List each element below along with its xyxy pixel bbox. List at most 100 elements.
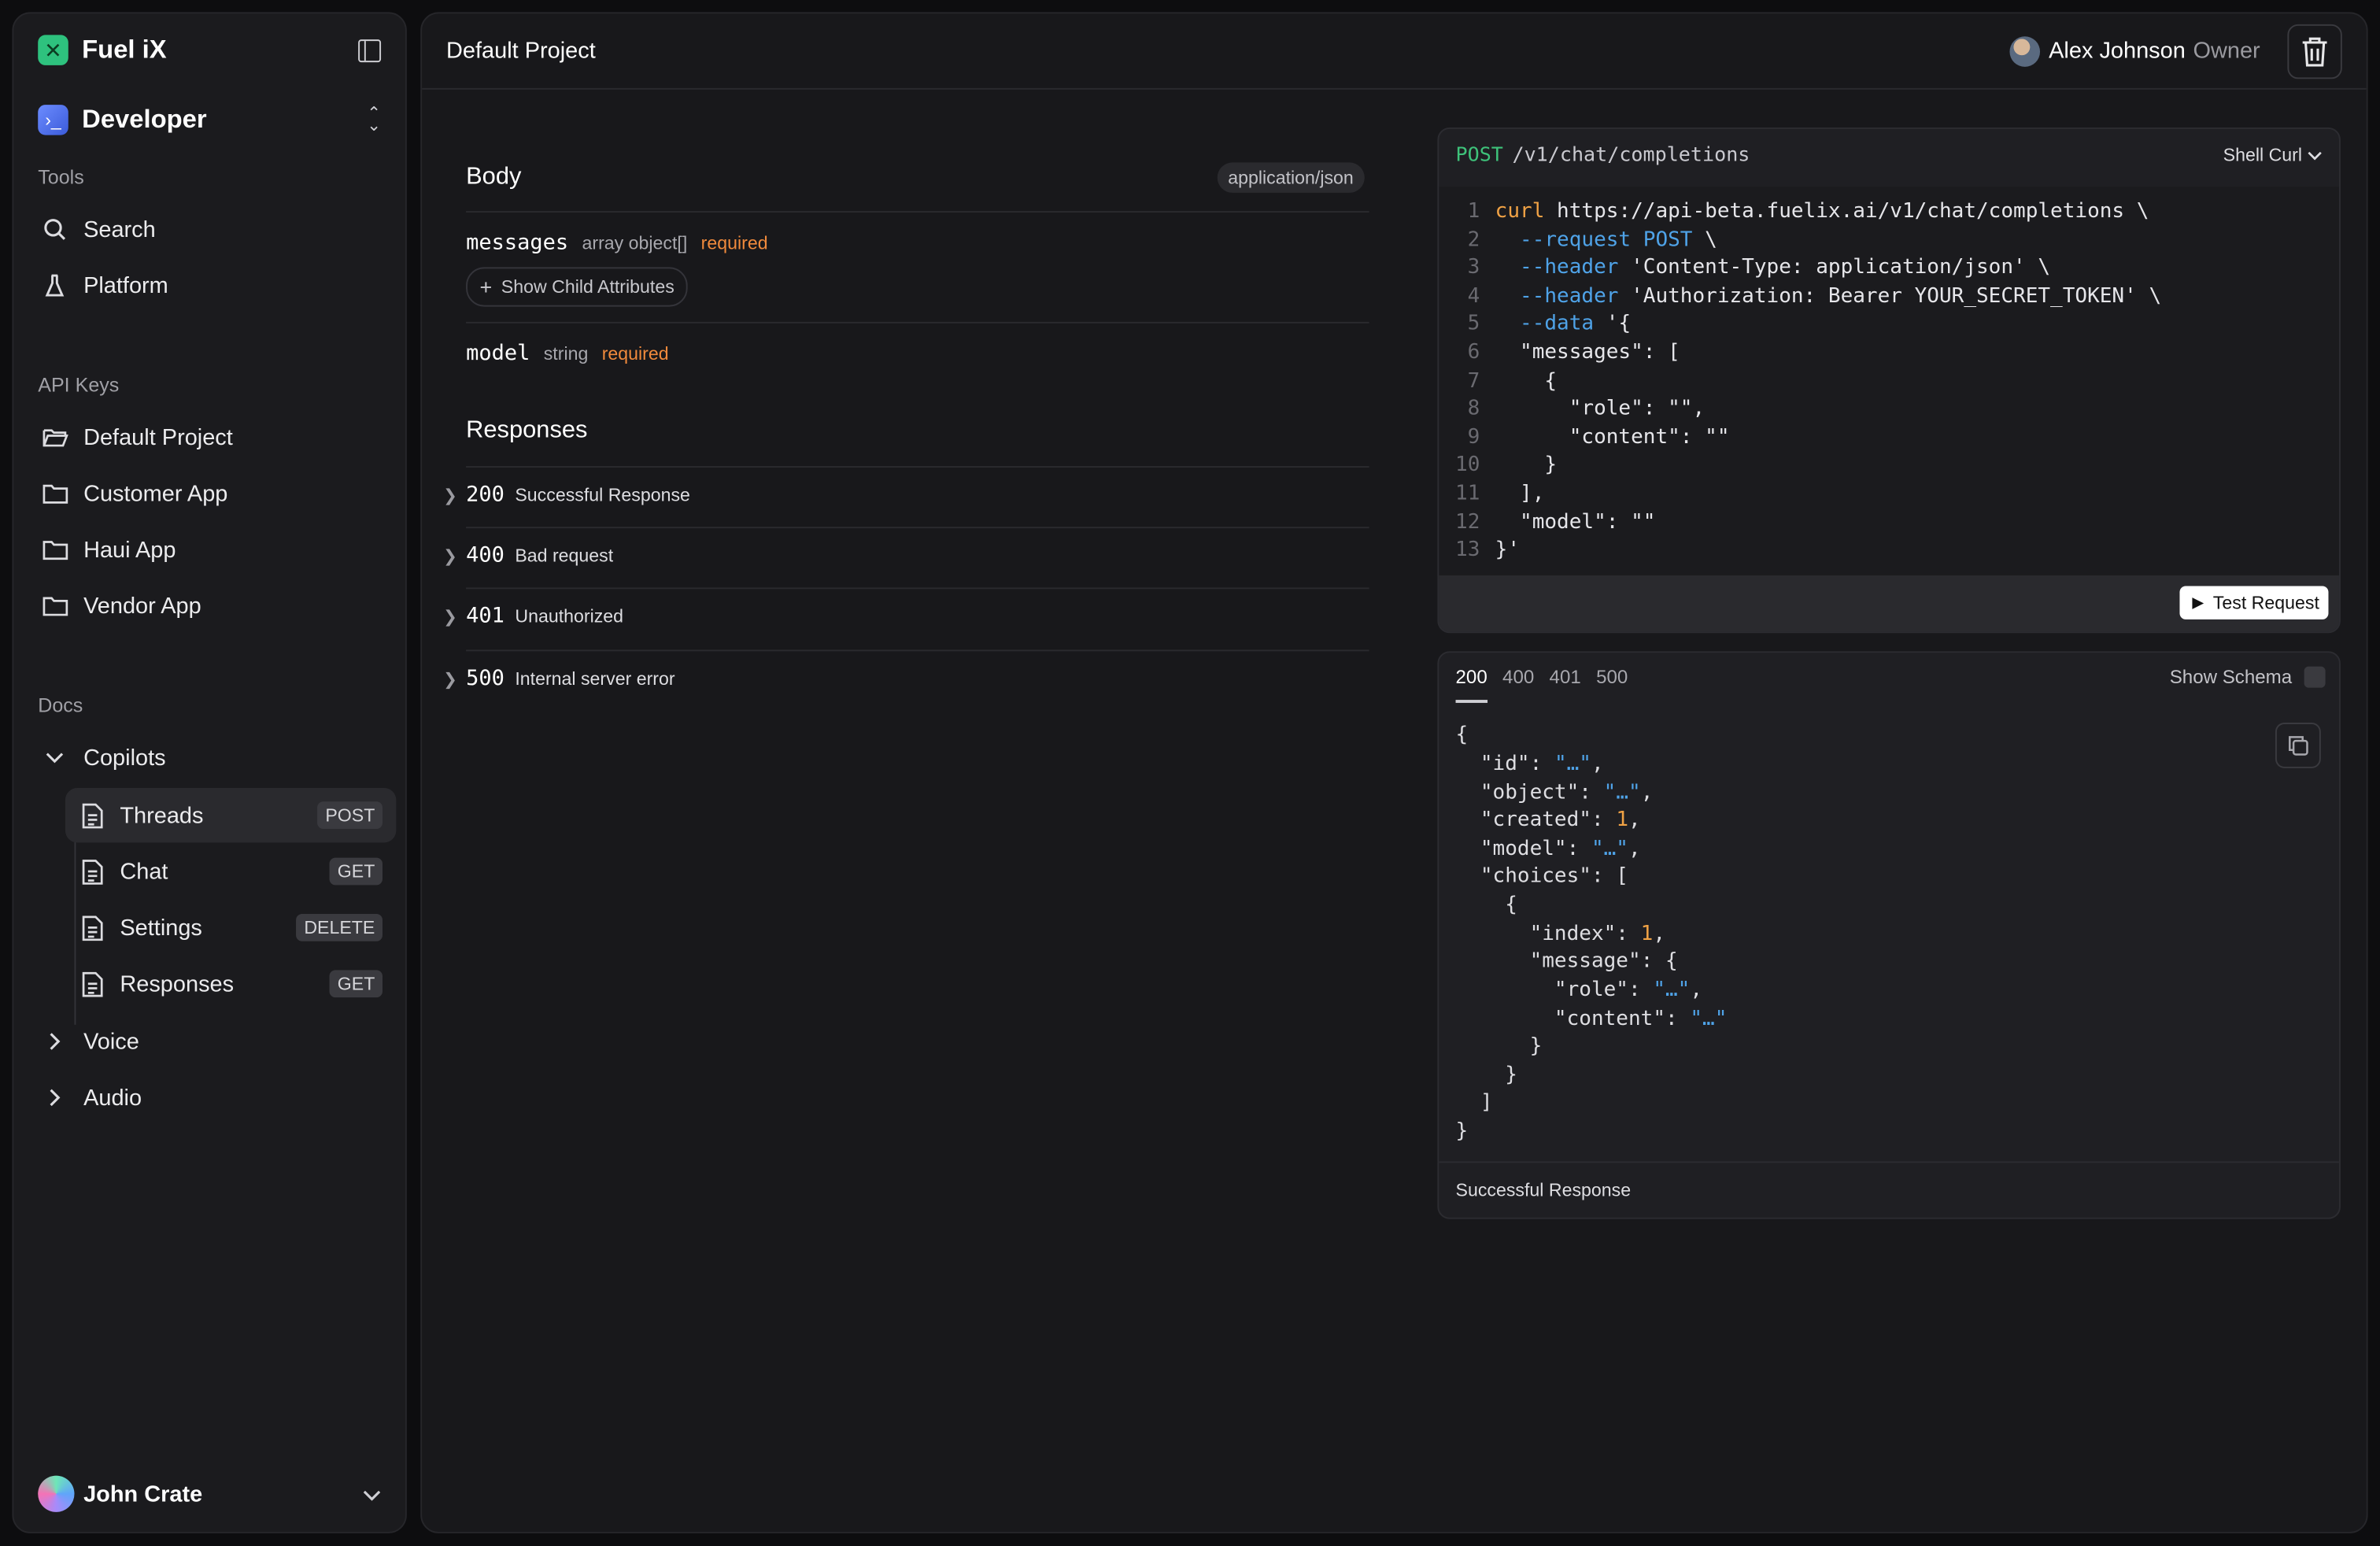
sidebar-item-default-project[interactable]: Default Project <box>26 410 397 464</box>
response-description: Successful Response <box>515 484 690 506</box>
response-row-500[interactable]: ❯ 500 Internal server error <box>443 651 1369 705</box>
response-example-panel: 200 400 401 500 Show Schema { "id": "…",… <box>1437 651 2341 1219</box>
code-text: } <box>1495 452 1558 477</box>
tab-200[interactable]: 200 <box>1455 667 1488 703</box>
flask-icon <box>41 272 68 299</box>
line-number: 9 <box>1467 425 1480 449</box>
sidebar-item-label: Threads <box>120 802 204 829</box>
chevron-down-icon <box>363 1482 381 1505</box>
user-menu[interactable]: John Crate <box>38 1474 381 1514</box>
sidebar-toggle-icon[interactable] <box>358 39 382 62</box>
json-line: } <box>1455 1034 1543 1059</box>
json-punct: , <box>1690 978 1703 1002</box>
sidebar-group-label: Voice <box>83 1028 139 1055</box>
json-line: "choices": [ <box>1455 864 1628 889</box>
line-number: 3 <box>1467 255 1480 279</box>
workspace-switcher[interactable]: ›_ Developer ⌃ ⌄ <box>38 100 381 139</box>
chevron-right-icon: ❯ <box>443 670 457 689</box>
response-row-401[interactable]: ❯ 401 Unauthorized <box>443 589 1369 643</box>
json-punct: , <box>1640 780 1654 805</box>
response-row-200[interactable]: ❯ 200 Successful Response <box>443 468 1369 522</box>
response-code: 400 <box>466 543 504 568</box>
json-line: ] <box>1455 1089 1493 1115</box>
json-key: "index": <box>1455 921 1641 946</box>
delete-project-button[interactable] <box>2287 23 2342 79</box>
sidebar-group-label: Audio <box>83 1084 142 1111</box>
copy-button[interactable] <box>2275 723 2321 768</box>
line-number: 11 <box>1455 481 1480 506</box>
response-code: 500 <box>466 666 504 691</box>
json-line: "created": 1, <box>1456 806 1641 835</box>
json-line: } <box>1455 1119 1469 1144</box>
code-line: 1 curl https://api-beta.fuelix.ai/v1/chat… <box>1439 198 2339 227</box>
code-text: { <box>1495 368 1558 394</box>
json-line: { <box>1455 723 1469 747</box>
content-type-badge: application/json <box>1217 162 1365 193</box>
json-line: "id": "…", <box>1456 750 1604 779</box>
code-line: 9 "content": "" <box>1439 423 2339 453</box>
sidebar-item-settings[interactable]: Settings DELETE <box>65 901 396 955</box>
sidebar-item-label: Haui App <box>83 536 176 563</box>
sidebar-group-voice[interactable]: Voice <box>26 1014 397 1068</box>
endpoint-path: /v1/chat/completions <box>1512 143 1750 167</box>
sidebar-item-search[interactable]: Search <box>26 202 397 257</box>
sidebar-item-haui-app[interactable]: Haui App <box>26 522 397 576</box>
code-line: 11 ], <box>1439 479 2339 509</box>
line-number: 8 <box>1467 396 1480 421</box>
code-token: 'Authorization: Bearer YOUR_SECRET_TOKEN… <box>1618 283 2162 309</box>
api-keys-label: API Keys <box>38 373 120 397</box>
param-required: required <box>601 342 669 364</box>
code-text: }' <box>1495 537 1521 562</box>
json-line: "role": "…", <box>1456 976 1703 1005</box>
request-header: POST /v1/chat/completions Shell Curl <box>1439 129 2339 181</box>
json-line: { <box>1455 893 1517 917</box>
tab-400[interactable]: 400 <box>1502 667 1534 703</box>
json-key: "created": <box>1455 808 1617 832</box>
code-token: POST <box>1631 227 1693 253</box>
response-row-400[interactable]: ❯ 400 Bad request <box>443 528 1369 583</box>
json-value: "…" <box>1591 836 1628 861</box>
tab-401[interactable]: 401 <box>1550 667 1581 703</box>
app-name: Fuel iX <box>82 35 167 65</box>
docs-label: Docs <box>38 693 83 717</box>
json-line: "model": "…", <box>1456 835 1641 864</box>
sidebar-item-customer-app[interactable]: Customer App <box>26 466 397 520</box>
app-header: ✕ Fuel iX <box>38 32 382 68</box>
language-select[interactable]: Shell Curl <box>2223 144 2323 165</box>
json-punct: , <box>1628 836 1641 861</box>
json-value: "…" <box>1653 978 1691 1002</box>
http-method: POST <box>1455 143 1503 167</box>
code-token: '{ <box>1594 311 1632 336</box>
sidebar-group-audio[interactable]: Audio <box>26 1071 397 1125</box>
json-line: "index": 1, <box>1455 920 1665 949</box>
tab-500[interactable]: 500 <box>1596 667 1628 703</box>
sidebar-group-copilots[interactable]: Copilots <box>26 730 397 785</box>
sidebar-item-chat[interactable]: Chat GET <box>65 844 396 898</box>
sidebar-item-platform[interactable]: Platform <box>26 258 397 313</box>
request-example-panel: POST /v1/chat/completions Shell Curl 1 cu… <box>1437 128 2341 634</box>
method-badge: POST <box>317 801 383 830</box>
sidebar-item-vendor-app[interactable]: Vendor App <box>26 579 397 633</box>
show-schema-toggle[interactable]: Show Schema <box>2170 666 2326 688</box>
show-child-attributes-button[interactable]: + Show Child Attributes <box>466 267 689 307</box>
param-type: array object[] <box>582 232 688 254</box>
method-badge: GET <box>330 857 383 886</box>
chevron-down-icon <box>2308 151 2322 161</box>
chevron-right-icon <box>41 1084 68 1111</box>
show-schema-checkbox[interactable] <box>2304 666 2326 688</box>
sidebar-item-responses[interactable]: Responses GET <box>65 956 396 1011</box>
folder-icon <box>41 592 68 620</box>
sidebar-item-threads[interactable]: Threads POST <box>65 787 397 843</box>
code-line: 4 --header 'Authorization: Bearer YOUR_S… <box>1439 283 2339 312</box>
button-label: Show Child Attributes <box>501 276 674 298</box>
json-line: "message": { <box>1455 949 1678 974</box>
code-text: "role": "", <box>1495 396 1706 421</box>
tools-label: Tools <box>38 165 84 189</box>
code-text: "content": "" <box>1495 425 1730 449</box>
sidebar-item-label: Settings <box>120 914 202 941</box>
test-request-button[interactable]: ▶ Test Request <box>2179 586 2329 620</box>
json-value: 1 <box>1616 808 1629 832</box>
chevron-down-icon <box>41 744 68 771</box>
code-token: https://api-beta.fuelix.ai/v1/chat/compl… <box>1544 198 2149 224</box>
folder-icon <box>41 479 68 507</box>
